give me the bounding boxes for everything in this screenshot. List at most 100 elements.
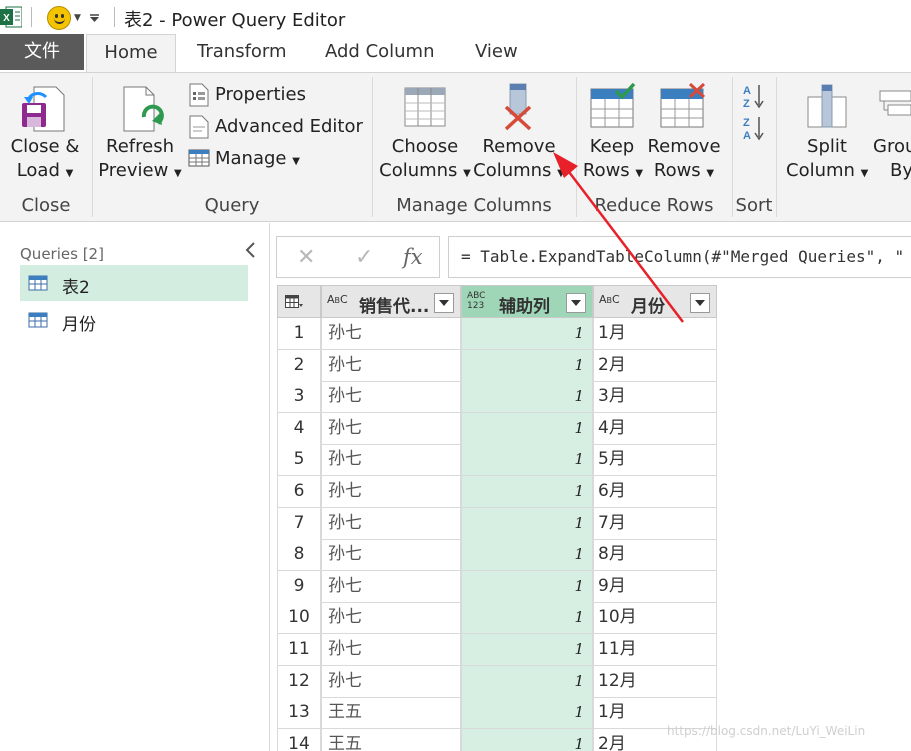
cell-helper[interactable]: 1 [461,602,593,635]
table-row[interactable]: 14 王五 1 2月 [277,728,717,751]
row-number[interactable]: 6 [277,476,321,508]
cell-salesperson[interactable]: 孙七 [321,476,461,508]
tab-transform[interactable]: Transform [197,34,287,72]
cell-month[interactable]: 2月 [593,349,717,382]
cell-salesperson[interactable]: 王五 [321,728,461,751]
row-number[interactable]: 12 [277,665,321,698]
row-number[interactable]: 4 [277,412,321,445]
row-number[interactable]: 2 [277,349,321,382]
row-number[interactable]: 1 [277,318,321,350]
remove-rows-label: Remove [647,136,721,157]
cell-salesperson[interactable]: 王五 [321,697,461,730]
row-number[interactable]: 14 [277,728,321,751]
text-type-icon[interactable]: ABC [599,294,620,306]
formula-input[interactable]: = Table.ExpandTableColumn(#"Merged Queri… [448,236,911,278]
table-row[interactable]: 9 孙七 1 9月 [277,570,717,603]
sort-descending-icon[interactable]: Z A [742,115,766,141]
table-row[interactable]: 5 孙七 1 5月 [277,444,717,477]
tab-home[interactable]: Home [86,34,176,72]
table-row[interactable]: 6 孙七 1 6月 [277,476,717,508]
cell-salesperson[interactable]: 孙七 [321,602,461,635]
column-header-helper[interactable]: ABC 123 辅助列 [461,285,593,318]
row-number[interactable]: 3 [277,381,321,414]
table-row[interactable]: 8 孙七 1 8月 [277,539,717,572]
cell-salesperson[interactable]: 孙七 [321,349,461,382]
query-item-月份[interactable]: 月份 [20,302,248,338]
cell-helper[interactable]: 1 [461,728,593,751]
cell-helper[interactable]: 1 [461,412,593,445]
row-number[interactable]: 10 [277,602,321,635]
row-number[interactable]: 7 [277,507,321,540]
row-number[interactable]: 5 [277,444,321,477]
cell-month[interactable]: 10月 [593,602,717,635]
feedback-dropdown-caret[interactable]: ▼ [74,13,81,23]
cell-month[interactable]: 4月 [593,412,717,445]
column-filter-dropdown[interactable] [566,293,586,313]
cell-helper[interactable]: 1 [461,665,593,698]
row-number[interactable]: 9 [277,570,321,603]
cell-helper[interactable]: 1 [461,476,593,508]
cell-helper[interactable]: 1 [461,634,593,666]
cell-helper[interactable]: 1 [461,697,593,730]
cell-month[interactable]: 6月 [593,476,717,508]
row-number[interactable]: 8 [277,539,321,572]
cell-helper[interactable]: 1 [461,349,593,382]
cell-salesperson[interactable]: 孙七 [321,444,461,477]
tab-file[interactable]: 文件 [0,34,84,70]
cell-month[interactable]: 12月 [593,665,717,698]
keep-rows-label-line2: Rows ▼ [582,160,644,181]
cell-month[interactable]: 1月 [593,318,717,350]
table-row[interactable]: 10 孙七 1 10月 [277,602,717,635]
column-filter-dropdown[interactable] [434,293,454,313]
any-type-icon[interactable]: ABC 123 [467,291,485,311]
cell-month[interactable]: 7月 [593,507,717,540]
text-type-icon[interactable]: ABC [327,294,348,306]
cell-salesperson[interactable]: 孙七 [321,412,461,445]
table-row[interactable]: 2 孙七 1 2月 [277,349,717,382]
quick-access-customize-icon[interactable] [90,14,99,22]
table-row[interactable]: 13 王五 1 1月 [277,697,717,730]
tab-add-column[interactable]: Add Column [325,34,435,72]
excel-icon[interactable]: X [0,5,22,29]
cell-salesperson[interactable]: 孙七 [321,665,461,698]
cancel-formula-icon[interactable]: ✕ [297,245,315,270]
row-number[interactable]: 13 [277,697,321,730]
cell-month[interactable]: 3月 [593,381,717,414]
cell-month[interactable]: 8月 [593,539,717,572]
row-number[interactable]: 11 [277,634,321,666]
cell-salesperson[interactable]: 孙七 [321,318,461,350]
cell-salesperson[interactable]: 孙七 [321,634,461,666]
cell-helper[interactable]: 1 [461,318,593,350]
table-row[interactable]: 7 孙七 1 7月 [277,507,717,540]
insert-function-icon[interactable]: fx [403,245,423,269]
cell-helper[interactable]: 1 [461,381,593,414]
sort-ascending-icon[interactable]: A Z [742,83,766,109]
table-row[interactable]: 3 孙七 1 3月 [277,381,717,414]
cell-month[interactable]: 5月 [593,444,717,477]
column-header-month[interactable]: ABC 月份 [593,285,717,318]
table-row[interactable]: 1 孙七 1 1月 [277,318,717,350]
commit-formula-icon[interactable]: ✓ [355,245,373,270]
cell-salesperson[interactable]: 孙七 [321,570,461,603]
query-label: 表2 [62,278,90,298]
column-filter-dropdown[interactable] [690,293,710,313]
query-item-表2[interactable]: 表2 [20,265,248,301]
tab-view[interactable]: View [475,34,518,72]
cell-helper[interactable]: 1 [461,507,593,540]
svg-text:Z: Z [743,117,750,129]
cell-month[interactable]: 11月 [593,634,717,666]
cell-helper[interactable]: 1 [461,570,593,603]
cell-helper[interactable]: 1 [461,444,593,477]
column-header-salesperson[interactable]: ABC 销售代... [321,285,461,318]
chevron-left-icon[interactable] [244,241,258,259]
table-corner-menu[interactable] [277,285,321,318]
smiley-feedback-icon[interactable] [47,6,71,30]
cell-helper[interactable]: 1 [461,539,593,572]
table-row[interactable]: 4 孙七 1 4月 [277,412,717,445]
cell-month[interactable]: 9月 [593,570,717,603]
cell-salesperson[interactable]: 孙七 [321,539,461,572]
table-row[interactable]: 12 孙七 1 12月 [277,665,717,698]
table-row[interactable]: 11 孙七 1 11月 [277,634,717,666]
cell-salesperson[interactable]: 孙七 [321,507,461,540]
cell-salesperson[interactable]: 孙七 [321,381,461,414]
